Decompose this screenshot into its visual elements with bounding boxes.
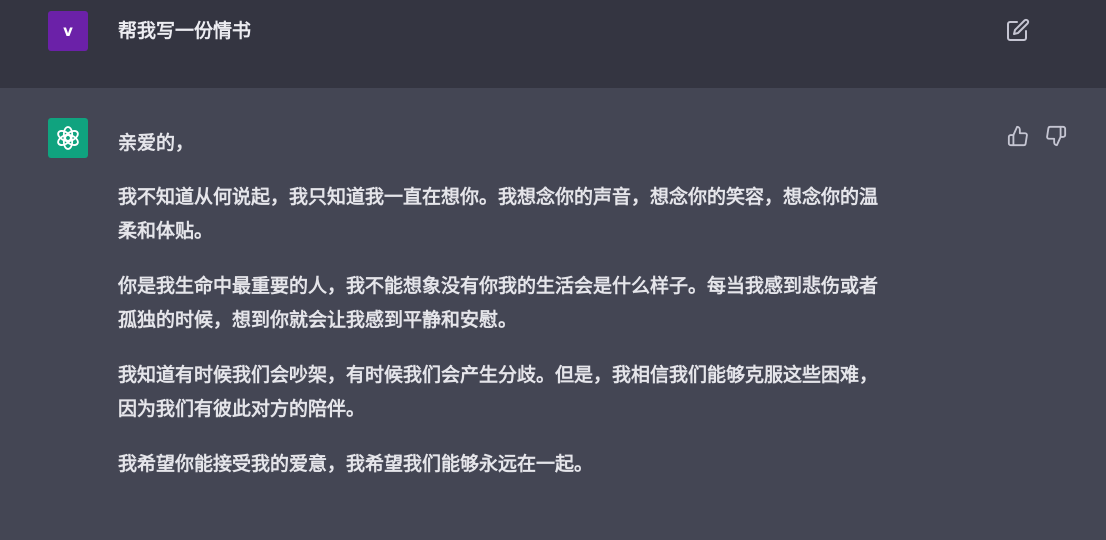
assistant-reply: 亲爱的， 我不知道从何说起，我只知道我一直在想你。我想念你的声音，想念你的笑容，…	[118, 126, 988, 502]
user-message-text: 帮我写一份情书	[118, 20, 252, 42]
paragraph-1: 我不知道从何说起，我只知道我一直在想你。我想念你的声音，想念你的笑容，想念你的温…	[118, 186, 879, 242]
thumbs-down-icon[interactable]	[1045, 125, 1067, 147]
assistant-message-row: 亲爱的， 我不知道从何说起，我只知道我一直在想你。我想念你的声音，想念你的笑容，…	[0, 88, 1106, 540]
user-avatar-letter: v	[63, 22, 73, 40]
openai-logo-icon	[57, 126, 79, 150]
thumbs-up-icon[interactable]	[1007, 125, 1029, 147]
paragraph-2: 你是我生命中最重要的人，我不能想象没有你我的生活会是什么样子。每当我感到悲伤或者…	[118, 275, 879, 331]
user-avatar: v	[48, 11, 88, 51]
user-message-row: v 帮我写一份情书	[0, 0, 1106, 88]
edit-icon[interactable]	[1006, 18, 1030, 42]
paragraph-4: 我希望你能接受我的爱意，我希望我们能够永远在一起。	[118, 453, 594, 475]
assistant-avatar	[48, 118, 88, 158]
paragraph-3: 我知道有时候我们会吵架，有时候我们会产生分歧。但是，我相信我们能够克服这些困难，…	[118, 364, 879, 420]
greeting-text: 亲爱的，	[118, 132, 195, 154]
